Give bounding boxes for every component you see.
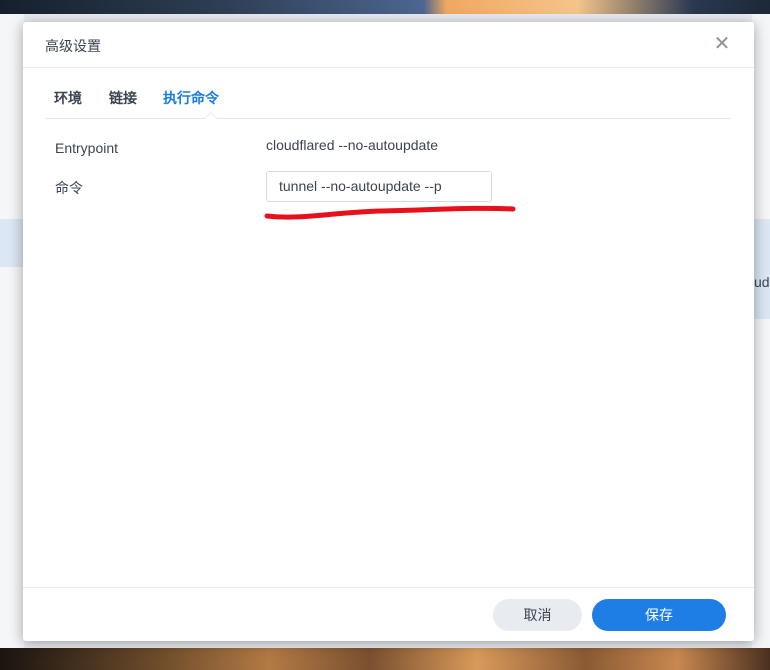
tab-bar: 环境 链接 执行命令 — [45, 84, 731, 119]
background-selected-row — [0, 219, 24, 267]
close-icon[interactable]: ✕ — [711, 33, 733, 55]
tab-links[interactable]: 链接 — [109, 88, 137, 108]
save-button[interactable]: 保存 — [592, 599, 726, 631]
background-app-right: ud — [752, 14, 770, 648]
dialog-footer: 取消 保存 — [23, 587, 754, 642]
wallpaper-bottom — [0, 648, 770, 670]
cancel-button[interactable]: 取消 — [493, 599, 582, 631]
background-app-left — [0, 14, 24, 648]
command-label: 命令 — [55, 180, 83, 196]
entrypoint-value: cloudflared --no-autoupdate — [266, 137, 439, 153]
entrypoint-label: Entrypoint — [55, 140, 119, 156]
red-underline-annotation — [264, 205, 516, 220]
background-text-fragment: ud — [754, 274, 770, 290]
dialog-title: 高级设置 — [45, 38, 101, 54]
advanced-settings-dialog: 高级设置 ✕ 环境 链接 执行命令 Entrypoint cloudflared… — [23, 22, 754, 641]
wallpaper-top — [0, 0, 770, 14]
active-tab-indicator — [204, 112, 218, 119]
background-selected-row — [752, 219, 770, 319]
tab-environment[interactable]: 环境 — [54, 88, 82, 108]
tab-execute-command[interactable]: 执行命令 — [163, 88, 219, 108]
command-input[interactable]: tunnel --no-autoupdate --p — [266, 171, 492, 202]
dialog-title-bar: 高级设置 ✕ — [23, 22, 754, 68]
